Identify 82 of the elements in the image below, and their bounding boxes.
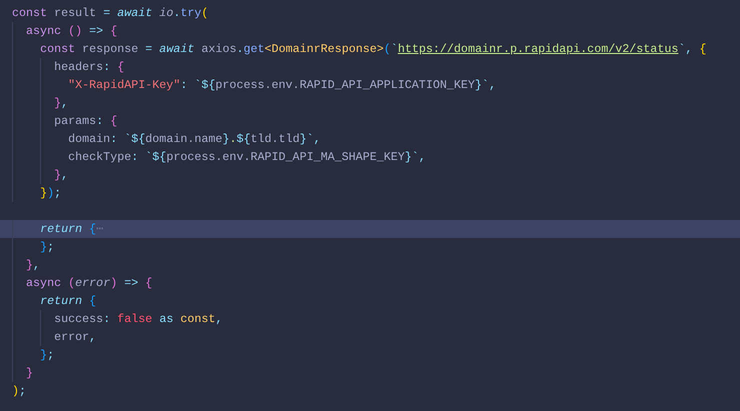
code-punctuation: , [215, 312, 222, 326]
code-punctuation: . [173, 6, 180, 20]
code-punctuation: , [89, 330, 96, 344]
code-bracket: } [40, 186, 48, 200]
code-identifier: domain [68, 132, 110, 146]
code-keyword: return [40, 222, 82, 236]
code-punctuation: . [236, 42, 244, 56]
code-identifier: result [53, 6, 98, 20]
code-punctuation: as [158, 312, 174, 326]
code-bracket: { [109, 24, 118, 38]
code-keyword: await [116, 6, 152, 20]
code-punctuation: => [123, 276, 138, 290]
code-identifier: io [158, 6, 174, 20]
code-punctuation: }`, [404, 150, 426, 164]
code-bracket: { [88, 294, 96, 308]
code-bracket: } [54, 96, 62, 110]
code-identifier: tld.tld [250, 132, 300, 146]
code-punctuation: = [103, 6, 110, 20]
code-keyword: const [12, 6, 48, 20]
code-punctuation: : `${ [131, 150, 166, 164]
code-keyword: async [26, 276, 62, 290]
code-bracket: ) [47, 186, 54, 200]
code-identifier: params [54, 114, 96, 128]
code-keyword: async [26, 24, 62, 38]
fold-ellipsis: ⋯ [96, 222, 104, 236]
code-bracket: ( [201, 6, 208, 20]
code-punctuation: ; [47, 348, 54, 362]
code-bracket: { [109, 114, 118, 128]
code-punctuation: } [222, 132, 230, 146]
code-keyword: const [40, 42, 76, 56]
code-punctuation: => [88, 24, 104, 38]
code-string: . [229, 132, 236, 146]
code-punctuation: ; [47, 240, 54, 254]
code-punctuation: : [96, 114, 104, 128]
code-boolean: false [116, 312, 152, 326]
code-identifier: error [75, 276, 110, 290]
code-punctuation: , [61, 96, 68, 110]
code-punctuation: ${ [236, 132, 250, 146]
code-bracket: } [40, 240, 48, 254]
code-function: get [244, 42, 265, 56]
code-punctuation: }`, [300, 132, 321, 146]
code-bracket: { [88, 222, 96, 236]
code-punctuation: ` [390, 42, 398, 56]
code-bracket: } [26, 366, 34, 380]
code-bracket: ( [384, 42, 391, 56]
code-function: try [180, 6, 202, 20]
code-type: const [179, 312, 216, 326]
code-identifier: axios [200, 42, 236, 56]
code-bracket: { [698, 42, 706, 56]
code-bracket: } [40, 348, 48, 362]
code-bracket: ) [110, 276, 118, 290]
code-bracket: ) [12, 384, 20, 398]
code-bracket: { [144, 276, 152, 290]
code-punctuation: : [103, 312, 110, 326]
code-keyword: await [158, 42, 194, 56]
code-url[interactable]: https://domainr.p.rapidapi.com/v2/status [398, 42, 678, 56]
code-identifier: domain.name [145, 132, 222, 146]
code-punctuation: ; [19, 384, 26, 398]
code-identifier: success [54, 312, 104, 326]
code-identifier: response [81, 42, 140, 56]
code-identifier: error [54, 330, 90, 344]
code-string: "X-RapidAPI-Key" [68, 78, 180, 92]
code-punctuation: : `${ [110, 132, 146, 146]
code-punctuation: : [103, 60, 110, 74]
code-bracket: } [54, 168, 62, 182]
code-punctuation: `, [678, 42, 692, 56]
code-punctuation: , [33, 258, 40, 272]
code-identifier: process.env.RAPID_API_MA_SHAPE_KEY [166, 150, 405, 164]
code-punctuation: ; [54, 186, 62, 200]
code-bracket: } [26, 258, 34, 272]
code-punctuation: , [61, 168, 68, 182]
code-identifier: headers [54, 60, 104, 74]
code-identifier: checkType [68, 150, 132, 164]
code-bracket: () [67, 24, 82, 38]
code-keyword: return [40, 294, 82, 308]
code-bracket: ( [67, 276, 76, 290]
code-type: <DomainrResponse> [264, 42, 384, 56]
code-punctuation: }`, [474, 78, 496, 92]
code-bracket: { [116, 60, 124, 74]
code-identifier: process.env.RAPID_API_APPLICATION_KEY [215, 78, 475, 92]
code-punctuation: = [145, 42, 152, 56]
code-punctuation: : `${ [180, 78, 216, 92]
